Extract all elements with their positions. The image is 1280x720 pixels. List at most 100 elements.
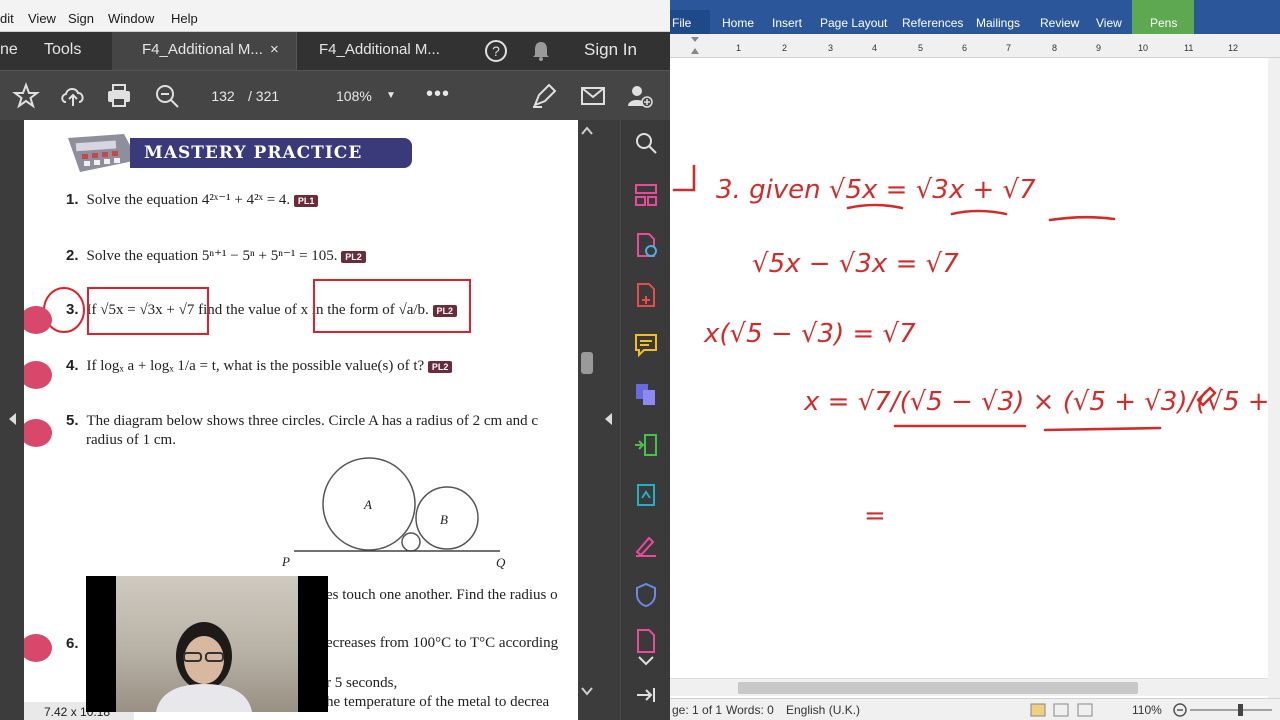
compress-icon[interactable] [633, 432, 659, 458]
svg-text:?: ? [492, 43, 500, 59]
scrollbar-thumb[interactable] [581, 352, 593, 374]
view-mode-icons[interactable] [1030, 703, 1096, 717]
language-status[interactable]: English (U.K.) [786, 703, 860, 717]
ink-line-5: = [864, 501, 886, 531]
webcam-overlay [86, 576, 328, 712]
page-number-input[interactable]: 132 [200, 83, 246, 109]
tab-pens-label: Pens [1150, 16, 1178, 30]
zoom-percent[interactable]: 110% [1132, 703, 1162, 717]
menu-help[interactable]: Help [171, 11, 198, 26]
menu-sign[interactable]: Sign [68, 11, 94, 26]
circle-label-a: A [363, 497, 372, 512]
word-count-status[interactable]: Words: 0 [726, 703, 774, 717]
question-6-line2: r 5 seconds, [326, 675, 398, 691]
export-pdf-icon[interactable] [633, 232, 659, 258]
create-pdf-icon[interactable] [633, 282, 659, 308]
zoom-search-icon[interactable] [633, 130, 659, 156]
tab-document-second[interactable]: F4_Additional M... [296, 32, 466, 70]
circle-label-b: B [440, 512, 448, 527]
zoom-out-icon[interactable] [153, 82, 181, 110]
handwriting-ink: 3. given √5x = √3x + √7 √5x − √3x = √7 x… [672, 164, 1268, 531]
bell-icon[interactable] [530, 40, 552, 62]
chevron-down-icon[interactable]: ▼ [386, 90, 396, 101]
ruler-number: 12 [1228, 43, 1239, 53]
acrobat-window: dit View Sign Window Help ne Tools F4_Ad… [0, 0, 670, 720]
right-rail [596, 120, 620, 720]
ink-fraction-bar-2 [1043, 426, 1162, 432]
ruler-number: 2 [782, 43, 788, 53]
help-icon[interactable]: ? [484, 39, 508, 63]
word-statusbar: ge: 1 of 1 Words: 0 English (U.K.) 110% [670, 698, 1280, 720]
ruler-number: 11 [1184, 43, 1194, 53]
close-icon[interactable]: × [270, 41, 279, 58]
word-scrollbar[interactable] [1268, 58, 1280, 700]
ruler-number: 6 [962, 43, 968, 53]
print-icon[interactable] [105, 82, 133, 110]
menu-window[interactable]: Window [108, 11, 154, 26]
tab-insert[interactable]: Insert [772, 16, 802, 30]
upload-cloud-icon[interactable] [59, 82, 87, 110]
tab-home[interactable]: ne [0, 41, 18, 59]
ink-line-1: 3. given √5x = √3x + √7 [716, 175, 1036, 205]
word-horizontal-scrollbar[interactable] [670, 678, 1268, 696]
acrobat-tabbar: ne Tools F4_Additional M... × F4_Additio… [0, 32, 670, 70]
collapse-left-icon[interactable] [7, 412, 17, 426]
menu-view[interactable]: View [28, 11, 56, 26]
point-label-q: Q [496, 555, 506, 570]
tab-pens[interactable]: Pens [1132, 0, 1194, 34]
indent-marker-icon[interactable] [690, 36, 700, 56]
ruler-number: 5 [918, 43, 924, 53]
page-total: / 321 [248, 88, 280, 104]
ruler-number: 8 [1052, 43, 1058, 53]
tab-document-title-2: F4_Additional M... [319, 41, 440, 58]
horizontal-ruler[interactable]: 1 2 3 4 5 6 7 8 9 10 11 12 [670, 34, 1280, 58]
tab-document-active[interactable]: F4_Additional M... × [112, 32, 296, 70]
organize-pages-icon[interactable] [633, 182, 659, 208]
tab-home[interactable]: Home [722, 16, 754, 30]
zoom-level-input[interactable]: 108% [336, 88, 372, 104]
more-options-button[interactable]: ••• [426, 83, 450, 106]
pen-sign-icon[interactable] [530, 82, 558, 110]
question-number: 6. [66, 635, 79, 652]
question-6-text: ecreases from 100°C to T°C according [326, 635, 559, 651]
tools-rail [620, 120, 670, 720]
question-5-continued: es touch one another. Find the radius o [326, 587, 558, 603]
edit-pdf-icon[interactable] [633, 482, 659, 508]
tab-file-label: File [672, 16, 692, 30]
fill-sign-icon[interactable] [633, 532, 659, 558]
ink-line-2: √5x − √3x = √7 [752, 249, 959, 279]
chevron-down-icon[interactable] [633, 648, 659, 674]
comment-icon[interactable] [633, 332, 659, 358]
tab-references[interactable]: References [902, 16, 963, 30]
star-icon[interactable] [12, 82, 40, 110]
zoom-slider[interactable] [1172, 702, 1274, 718]
sign-in-button[interactable]: Sign In [584, 40, 637, 60]
tab-file[interactable]: File [670, 10, 710, 34]
presenter-video [156, 622, 252, 712]
tab-mailings[interactable]: Mailings [976, 16, 1020, 30]
question-6-line3: he temperature of the metal to decrea [326, 694, 550, 710]
acrobat-menubar: dit View Sign Window Help [0, 0, 670, 32]
point-label-p: P [281, 554, 290, 569]
add-user-icon[interactable] [626, 82, 654, 110]
collapse-right-icon[interactable] [603, 412, 613, 426]
page-count-status[interactable]: ge: 1 of 1 [672, 703, 722, 717]
combine-files-icon[interactable] [633, 382, 659, 408]
expand-panel-icon[interactable] [633, 682, 659, 708]
scrollbar-thumb[interactable] [738, 682, 1138, 694]
acrobat-toolbar: 132 / 321 108% ▼ ••• [0, 70, 670, 120]
tab-view[interactable]: View [1096, 16, 1122, 30]
scroll-down-icon[interactable] [581, 686, 593, 696]
mail-icon[interactable] [579, 82, 607, 110]
question-6: 6. [66, 635, 87, 653]
pdf-scrollbar[interactable] [578, 120, 596, 720]
menu-edit[interactable]: dit [0, 11, 14, 26]
tab-page-layout[interactable]: Page Layout [820, 16, 887, 30]
protect-shield-icon[interactable] [633, 582, 659, 608]
tab-tools[interactable]: Tools [44, 41, 81, 59]
word-document-page[interactable]: 3. given √5x = √3x + √7 √5x − √3x = √7 x… [670, 58, 1268, 700]
tab-review[interactable]: Review [1040, 16, 1079, 30]
ink-line-3: x(√5 − √3) = √7 [703, 319, 916, 349]
margin-corner-mark [672, 164, 696, 192]
scroll-up-icon[interactable] [581, 126, 593, 136]
